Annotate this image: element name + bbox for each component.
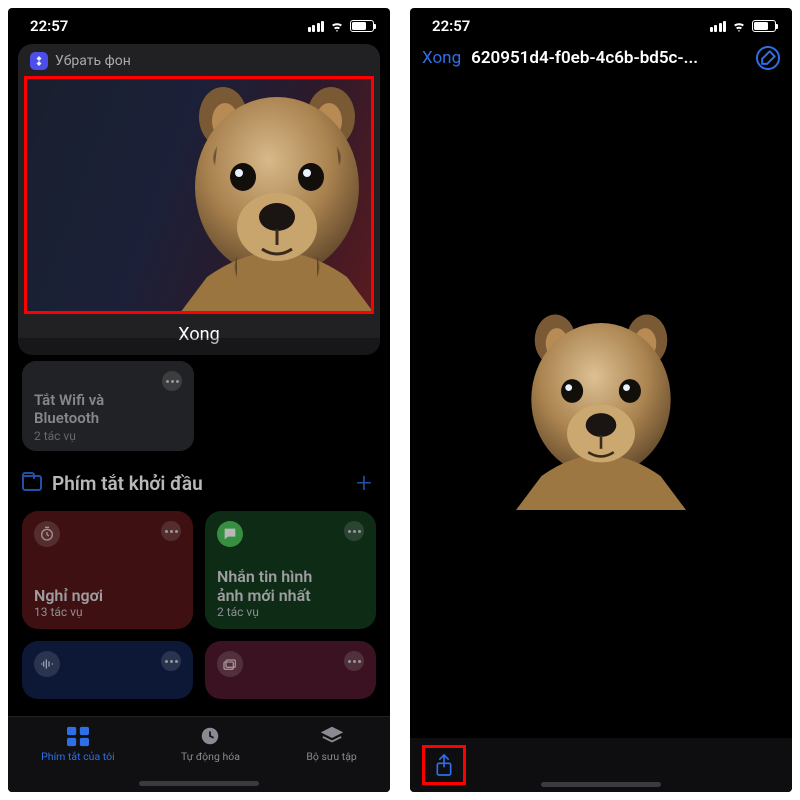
- phone-left: 22:57 Убрать фон: [8, 8, 390, 792]
- tile-message[interactable]: Nhắn tin hình ảnh mới nhất 2 tác vụ: [205, 511, 376, 629]
- phone-right: 22:57 Xong 620951d4-f0eb-4c6b-bd5c-...: [410, 8, 792, 792]
- tile-photo[interactable]: [205, 641, 376, 699]
- background-content: Tắt Wifi và Bluetooth 2 tác vụ: [8, 355, 390, 451]
- viewer-header: Xong 620951d4-f0eb-4c6b-bd5c-...: [410, 40, 792, 78]
- filename-label: 620951d4-f0eb-4c6b-bd5c-...: [471, 48, 746, 68]
- status-time: 22:57: [30, 17, 68, 35]
- photo-stack-icon: [217, 651, 243, 677]
- home-indicator: [139, 781, 259, 786]
- shortcut-result-header: Убрать фон: [24, 50, 374, 76]
- share-button[interactable]: [422, 745, 466, 785]
- viewer-toolbar: [410, 738, 792, 792]
- status-bar: 22:57: [8, 8, 390, 40]
- more-icon[interactable]: [161, 521, 181, 541]
- wifi-bluetooth-tile[interactable]: Tắt Wifi và Bluetooth 2 tác vụ: [22, 361, 194, 451]
- quokka-image: [177, 77, 374, 314]
- status-bar: 22:57: [410, 8, 792, 40]
- more-icon[interactable]: [344, 521, 364, 541]
- tile-rest[interactable]: Nghỉ ngơi 13 tác vụ: [22, 511, 193, 629]
- image-viewer[interactable]: [410, 78, 792, 738]
- waveform-icon: [34, 651, 60, 677]
- wifi-icon: [329, 20, 345, 32]
- section-header: Phím tắt khởi đầu +: [8, 451, 390, 507]
- battery-icon: [752, 20, 776, 32]
- result-image-preview[interactable]: [24, 76, 374, 314]
- message-icon: [217, 521, 243, 547]
- add-shortcut-button[interactable]: +: [356, 469, 372, 497]
- more-icon[interactable]: [161, 651, 181, 671]
- tab-bar: Phím tắt của tôi Tự động hóa Bộ sưu tập: [8, 716, 390, 792]
- wifi-icon: [731, 20, 747, 32]
- shortcuts-app-icon: [30, 52, 48, 70]
- status-right: [710, 20, 777, 32]
- done-button[interactable]: Xong: [24, 314, 374, 345]
- tab-automation[interactable]: Tự động hóa: [181, 725, 240, 763]
- more-icon[interactable]: [344, 651, 364, 671]
- tab-my-shortcuts[interactable]: Phím tắt của tôi: [41, 725, 114, 763]
- timer-icon: [34, 521, 60, 547]
- status-time: 22:57: [432, 17, 470, 35]
- status-right: [308, 20, 375, 32]
- folder-icon: [22, 475, 42, 491]
- home-indicator: [541, 782, 661, 787]
- quokka-image: [516, 306, 686, 510]
- section-title: Phím tắt khởi đầu: [52, 472, 203, 495]
- tile-audio[interactable]: [22, 641, 193, 699]
- cellular-icon: [710, 21, 727, 32]
- markup-icon[interactable]: [756, 46, 780, 70]
- tab-gallery[interactable]: Bộ sưu tập: [306, 725, 357, 763]
- battery-icon: [350, 20, 374, 32]
- shortcut-result-card: Убрать фон: [18, 44, 380, 355]
- shortcut-name-label: Убрать фон: [55, 53, 131, 69]
- done-button[interactable]: Xong: [422, 48, 461, 68]
- cellular-icon: [308, 21, 325, 32]
- more-icon[interactable]: [162, 371, 182, 391]
